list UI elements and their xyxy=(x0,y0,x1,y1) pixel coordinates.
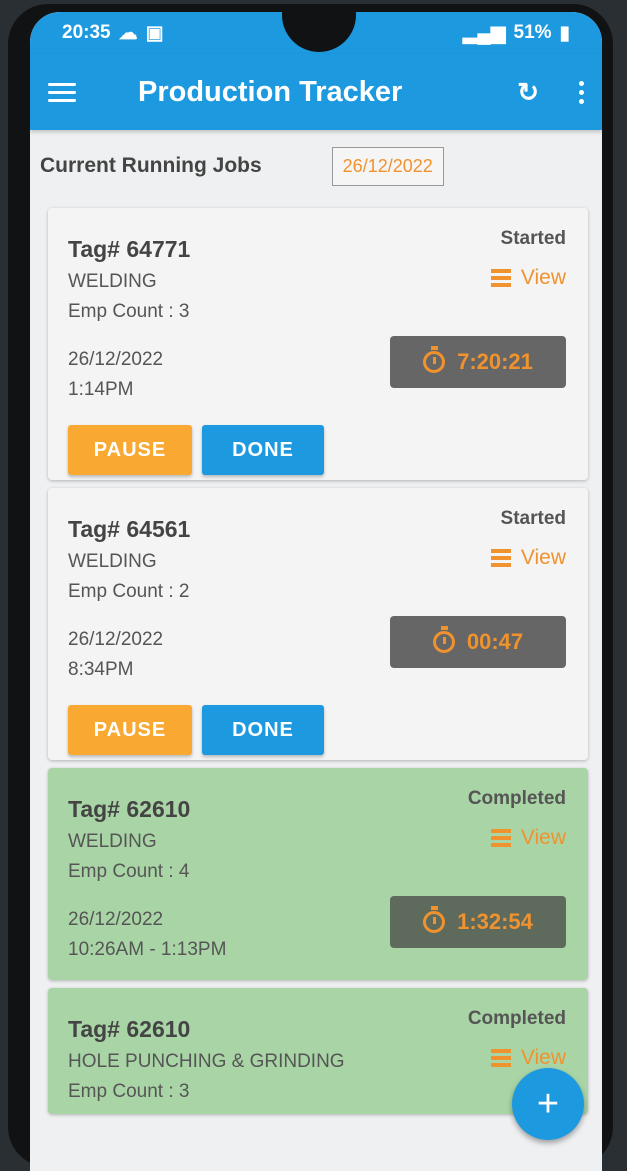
job-emp-count: Emp Count : 2 xyxy=(68,581,190,602)
job-timer: 7:20:21 xyxy=(390,336,566,388)
stopwatch-icon xyxy=(423,346,446,373)
status-time: 20:35 xyxy=(62,22,111,43)
section-title: Current Running Jobs xyxy=(40,154,262,177)
list-icon xyxy=(490,1049,511,1067)
view-label: View xyxy=(520,266,566,289)
pause-button[interactable]: PAUSE xyxy=(68,425,192,475)
view-link[interactable]: View xyxy=(490,1046,566,1070)
view-label: View xyxy=(520,546,566,569)
done-button[interactable]: DONE xyxy=(202,705,324,755)
timer-value: 00:47 xyxy=(466,629,524,654)
job-timer: 00:47 xyxy=(390,616,566,668)
timer-value: 1:32:54 xyxy=(457,909,533,934)
view-label: View xyxy=(520,1046,566,1069)
app-screen: 20:35 ☁ ▣ ▂▄▆ 51% ▮ Production Tracker ↻ xyxy=(30,12,602,1171)
stopwatch-icon xyxy=(423,906,446,933)
job-status: Started xyxy=(500,228,566,249)
job-status: Completed xyxy=(467,1008,566,1029)
job-card: Tag# 64561 WELDING Emp Count : 2 26/12/2… xyxy=(48,488,588,760)
job-card: Tag# 62610 WELDING Emp Count : 4 26/12/2… xyxy=(48,768,588,980)
job-tag: Tag# 64771 xyxy=(68,236,191,262)
phone-frame: 20:35 ☁ ▣ ▂▄▆ 51% ▮ Production Tracker ↻ xyxy=(8,4,613,1171)
timer-value: 7:20:21 xyxy=(457,349,533,374)
menu-icon[interactable] xyxy=(48,82,76,102)
job-status: Started xyxy=(500,508,566,529)
job-timer: 1:32:54 xyxy=(390,896,566,948)
job-emp-count: Emp Count : 3 xyxy=(68,301,190,322)
view-link[interactable]: View xyxy=(490,826,566,850)
job-emp-count: Emp Count : 3 xyxy=(68,1081,190,1102)
battery-level: 51% xyxy=(513,22,552,43)
signal-icon: ▂▄▆ xyxy=(462,22,506,44)
job-card: Tag# 64771 WELDING Emp Count : 3 26/12/2… xyxy=(48,208,588,480)
refresh-icon[interactable]: ↻ xyxy=(517,77,539,108)
list-header: Current Running Jobs 26/12/2022 xyxy=(40,130,592,202)
list-icon xyxy=(490,549,511,567)
image-icon: ▣ xyxy=(145,22,164,44)
list-icon xyxy=(490,269,511,287)
job-emp-count: Emp Count : 4 xyxy=(68,861,190,882)
app-title: Production Tracker xyxy=(138,75,403,108)
cloud-icon: ☁ xyxy=(118,22,138,44)
app-bar: Production Tracker ↻ xyxy=(30,54,602,130)
pause-button[interactable]: PAUSE xyxy=(68,705,192,755)
list-icon xyxy=(490,829,511,847)
date-picker[interactable]: 26/12/2022 xyxy=(331,146,444,186)
job-list: Current Running Jobs 26/12/2022 Tag# 647… xyxy=(30,130,602,1114)
battery-icon: ▮ xyxy=(559,22,570,44)
view-link[interactable]: View xyxy=(490,546,566,570)
job-actions: PAUSE DONE xyxy=(68,705,570,755)
job-status: Completed xyxy=(467,788,566,809)
job-card: Tag# 62610 HOLE PUNCHING & GRINDING Emp … xyxy=(48,988,588,1114)
more-options-icon[interactable] xyxy=(579,80,584,104)
view-link[interactable]: View xyxy=(490,266,566,290)
add-job-button[interactable]: + xyxy=(512,1068,584,1140)
job-tag: Tag# 64561 xyxy=(68,516,191,542)
view-label: View xyxy=(520,826,566,849)
stopwatch-icon xyxy=(432,626,455,653)
done-button[interactable]: DONE xyxy=(202,425,324,475)
job-actions: PAUSE DONE xyxy=(68,425,570,475)
